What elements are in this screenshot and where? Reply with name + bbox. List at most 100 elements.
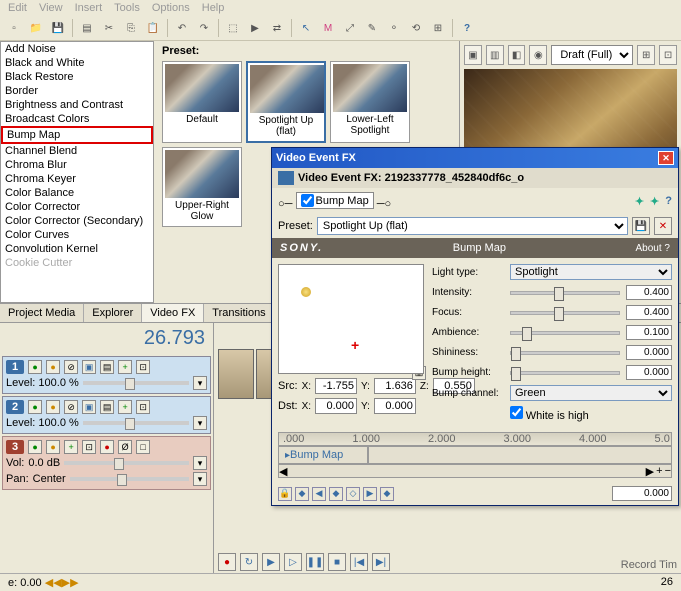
tab[interactable]: Transitions — [204, 304, 274, 322]
intensity-input[interactable] — [626, 285, 672, 300]
track-btn-icon[interactable]: + — [118, 400, 132, 414]
stop-icon[interactable]: ■ — [328, 553, 346, 571]
fx-item[interactable]: Chroma Keyer — [1, 172, 153, 186]
kf-prev-icon[interactable]: ◆ — [295, 487, 309, 501]
ambience-slider[interactable] — [510, 331, 620, 335]
ambience-input[interactable] — [626, 325, 672, 340]
fx-track-lane[interactable] — [368, 446, 672, 464]
intensity-slider[interactable] — [510, 291, 620, 295]
kf-first-icon[interactable]: ◀ — [312, 487, 326, 501]
fx-scrollbar[interactable]: ◀ ▶ + − — [278, 464, 672, 478]
zoom-out-icon[interactable]: − — [665, 465, 671, 477]
delete-preset-icon[interactable]: ✕ — [654, 217, 672, 235]
track-level-slider[interactable] — [83, 421, 189, 425]
src-x-input[interactable] — [315, 378, 357, 394]
preset-item[interactable]: Lower-Left Spotlight — [330, 61, 410, 143]
fx-item[interactable]: Convolution Kernel — [1, 242, 153, 256]
track-btn-icon[interactable]: ▣ — [82, 400, 96, 414]
redo-icon[interactable]: ↷ — [194, 18, 214, 38]
track-mute-icon[interactable]: ● — [28, 360, 42, 374]
save-preset-icon[interactable]: 💾 — [632, 217, 650, 235]
menu-item[interactable]: View — [39, 2, 63, 14]
fx-item[interactable]: Broadcast Colors — [1, 112, 153, 126]
track-fx-icon[interactable]: ⊘ — [64, 400, 78, 414]
fx-item[interactable]: Brightness and Contrast — [1, 98, 153, 112]
kf-add-icon[interactable]: ◆ — [329, 487, 343, 501]
dialog-titlebar[interactable]: Video Event FX ✕ — [272, 148, 678, 168]
light-source-icon[interactable] — [301, 287, 311, 297]
fx-track-label[interactable]: ▸ Bump Map — [278, 446, 368, 464]
light-type-select[interactable]: Spotlight — [510, 264, 672, 280]
fx-item[interactable]: Color Balance — [1, 186, 153, 200]
cut-icon[interactable]: ✂ — [99, 18, 119, 38]
audio-track-header-3[interactable]: 3 ● ● + ⊡ ● Ø □ Vol: 0.0 dB ▾ Pan: Cente… — [2, 436, 211, 490]
light-canvas[interactable]: + — [278, 264, 424, 374]
effects-list[interactable]: Add Noise Black and White Black Restore … — [0, 41, 154, 303]
video-track-header-2[interactable]: 2 ● ● ⊘ ▣ ▤ + ⊡ Level: 100.0 % ▾ — [2, 396, 211, 434]
focus-input[interactable] — [626, 305, 672, 320]
track-expand-icon[interactable]: ▾ — [193, 376, 207, 390]
preset-item[interactable]: Default — [162, 61, 242, 143]
tab-active[interactable]: Video FX — [142, 304, 204, 322]
tool-icon[interactable]: ⊞ — [428, 18, 448, 38]
track-btn-icon[interactable]: ⊡ — [136, 360, 150, 374]
tab[interactable]: Project Media — [0, 304, 84, 322]
src-y-input[interactable] — [374, 378, 416, 394]
copy-icon[interactable]: ⎘ — [121, 18, 141, 38]
fx-item[interactable]: Channel Blend — [1, 144, 153, 158]
preset-item-selected[interactable]: Spotlight Up (flat) — [246, 61, 326, 143]
kf-del-icon[interactable]: ◇ — [346, 487, 360, 501]
shininess-input[interactable] — [626, 345, 672, 360]
help-icon[interactable]: ? — [665, 195, 672, 208]
bump-height-input[interactable] — [626, 365, 672, 380]
go-start-icon[interactable]: |◀ — [350, 553, 368, 571]
preview-quality-icon[interactable]: ◉ — [529, 45, 547, 65]
dst-y-input[interactable] — [374, 398, 416, 414]
scroll-right-icon[interactable]: ▶ — [646, 465, 654, 477]
light-target-icon[interactable]: + — [351, 337, 359, 353]
track-arm-icon[interactable]: ● — [100, 440, 114, 454]
track-fx-icon[interactable]: ⊘ — [64, 360, 78, 374]
play-icon[interactable]: ▶ — [262, 553, 280, 571]
zoom-in-icon[interactable]: + — [656, 465, 662, 477]
tool-icon[interactable]: M — [318, 18, 338, 38]
play-from-start-icon[interactable]: ▷ — [284, 553, 302, 571]
preview-grid-icon[interactable]: ⊞ — [637, 45, 655, 65]
fx-item[interactable]: Border — [1, 84, 153, 98]
video-clip[interactable] — [218, 349, 254, 399]
chain-node[interactable]: Bump Map — [296, 192, 374, 209]
track-phase-icon[interactable]: Ø — [118, 440, 132, 454]
about-link[interactable]: About ? — [636, 243, 670, 254]
kf-next-icon[interactable]: ◆ — [380, 487, 394, 501]
kf-last-icon[interactable]: ▶ — [363, 487, 377, 501]
menu-item[interactable]: Edit — [8, 2, 27, 14]
props-icon[interactable]: ▤ — [77, 18, 97, 38]
fx-item[interactable]: Color Curves — [1, 228, 153, 242]
track-level-slider[interactable] — [83, 381, 189, 385]
track-solo-icon[interactable]: ● — [46, 440, 60, 454]
track-btn-icon[interactable]: + — [64, 440, 78, 454]
paste-icon[interactable]: 📋 — [143, 18, 163, 38]
fx-item[interactable]: Black and White — [1, 56, 153, 70]
loop-icon[interactable]: ↻ — [240, 553, 258, 571]
ripple-icon[interactable]: ⇄ — [267, 18, 287, 38]
fx-item[interactable]: Black Restore — [1, 70, 153, 84]
track-expand-icon[interactable]: ▾ — [193, 472, 207, 486]
fx-item[interactable]: Add Noise — [1, 42, 153, 56]
track-mute-icon[interactable]: ● — [28, 400, 42, 414]
fx-item[interactable]: Cookie Cutter — [1, 256, 153, 270]
tool-icon[interactable]: ⚬ — [384, 18, 404, 38]
tool-icon[interactable]: ✎ — [362, 18, 382, 38]
preview-quality-select[interactable]: Draft (Full) — [551, 45, 633, 65]
track-expand-icon[interactable]: ▾ — [193, 416, 207, 430]
scrub-icon[interactable]: ◀◀▶▶ — [45, 577, 79, 589]
fx-item[interactable]: Color Corrector — [1, 200, 153, 214]
preset-item[interactable]: Upper-Right Glow — [162, 147, 242, 227]
menu-item[interactable]: Options — [152, 2, 190, 14]
save-icon[interactable]: 💾 — [48, 18, 68, 38]
menu-item[interactable]: Insert — [75, 2, 103, 14]
preview-tool-icon[interactable]: ▥ — [486, 45, 504, 65]
tool-icon[interactable]: ⤢ — [340, 18, 360, 38]
menu-item[interactable]: Tools — [114, 2, 140, 14]
open-icon[interactable]: 📁 — [26, 18, 46, 38]
